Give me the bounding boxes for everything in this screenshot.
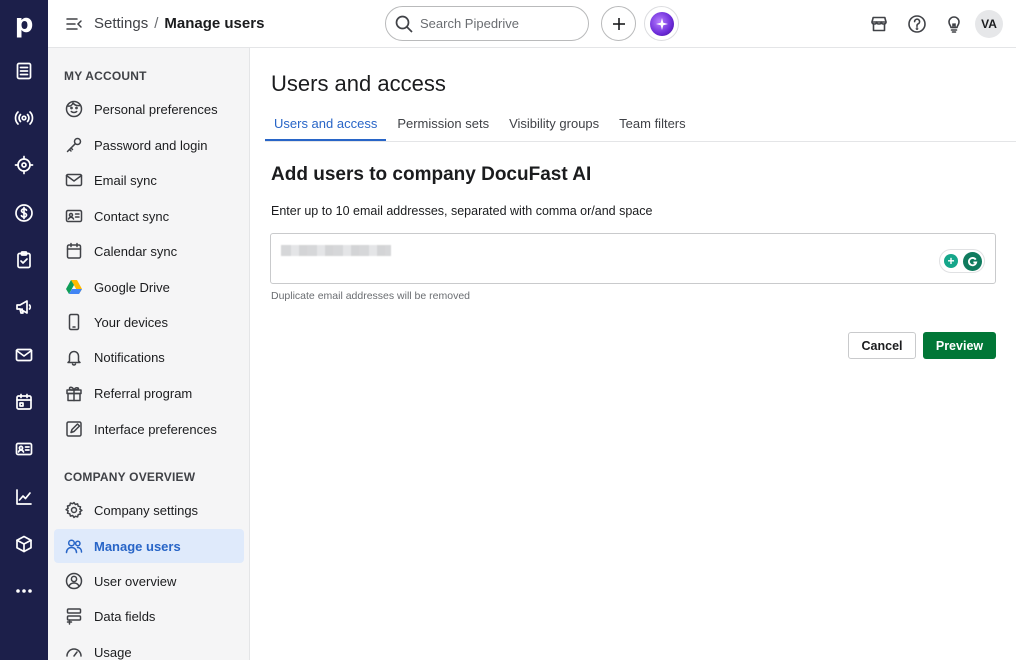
edit-square-icon [64,419,84,439]
user-circle-icon [64,571,84,591]
sidebar-item-usage[interactable]: Usage [54,635,244,660]
calendar-icon[interactable] [12,390,36,414]
user-avatar[interactable]: VA [975,10,1003,38]
collapse-sidebar-icon[interactable] [64,14,84,34]
tab-bar: Users and access Permission sets Visibil… [265,108,697,141]
sidebar-item-referral-program[interactable]: Referral program [54,376,244,410]
sidebar-item-calendar-sync[interactable]: Calendar sync [54,234,244,268]
google-drive-icon [64,277,84,297]
sidebar-item-notifications[interactable]: Notifications [54,340,244,374]
sidebar-item-label: Interface preferences [94,421,217,437]
sidebar-item-manage-users[interactable]: Manage users [54,529,244,563]
sidebar-item-interface-preferences[interactable]: Interface preferences [54,412,244,446]
pipedrive-logo[interactable]: p [0,0,48,48]
preview-button[interactable]: Preview [923,332,996,359]
page-title: Users and access [271,71,446,96]
sidebar-item-label: User overview [94,573,177,589]
cancel-button[interactable]: Cancel [848,332,916,359]
assistant-logo-icon [963,251,982,271]
app-rail: p [0,0,48,660]
tips-lightbulb-icon[interactable] [942,12,966,36]
my-account-section-title: MY ACCOUNT [64,69,147,83]
top-bar: Settings / Manage users VA [48,0,1016,48]
sidebar-item-label: Manage users [94,538,181,554]
key-icon [64,135,84,155]
tab-permission-sets[interactable]: Permission sets [388,108,498,141]
gift-icon [64,383,84,403]
bell-icon [64,347,84,367]
deals-icon[interactable] [12,59,36,83]
sidebar-item-label: Google Drive [94,279,170,295]
redacted-email-text [281,245,391,256]
marketplace-icon[interactable] [867,12,891,36]
email-instructions: Enter up to 10 email addresses, separate… [271,204,653,218]
contacts-icon[interactable] [12,437,36,461]
ai-assistant-button[interactable] [644,6,679,41]
writing-assistant-widget[interactable]: + [939,249,985,273]
face-icon [64,99,84,119]
sidebar-item-label: Password and login [94,137,208,153]
leads-icon[interactable] [12,106,36,130]
tab-visibility-groups[interactable]: Visibility groups [500,108,608,141]
quick-add-button[interactable] [601,6,636,41]
envelope-icon [64,170,84,190]
calendar-icon [64,241,84,261]
main-content: Users and access Users and access Permis… [251,48,1016,660]
sidebar-item-your-devices[interactable]: Your devices [54,305,244,339]
phone-icon [64,312,84,332]
company-overview-section-title: COMPANY OVERVIEW [64,470,196,484]
search-input[interactable] [420,16,570,31]
gauge-icon [64,642,84,660]
sidebar-item-label: Email sync [94,172,157,188]
tab-users-and-access[interactable]: Users and access [265,108,387,141]
breadcrumb-separator: / [154,15,159,32]
sidebar-item-company-settings[interactable]: Company settings [54,493,244,527]
plus-icon [612,17,625,30]
data-fields-icon [64,606,84,626]
sidebar-item-label: Company settings [94,502,199,518]
sidebar-item-label: Contact sync [94,208,170,224]
sidebar-item-password-and-login[interactable]: Password and login [54,128,244,162]
mail-icon[interactable] [12,343,36,367]
assistant-plus-icon: + [944,254,958,268]
sidebar-item-email-sync[interactable]: Email sync [54,163,244,197]
campaigns-icon[interactable] [12,295,36,319]
sidebar-item-user-overview[interactable]: User overview [54,564,244,598]
email-addresses-input[interactable]: + [270,233,996,284]
insights-icon[interactable] [12,485,36,509]
settings-sidebar: MY ACCOUNT Personal preferences Password… [48,48,250,660]
revenue-icon[interactable] [12,201,36,225]
help-icon[interactable] [905,12,929,36]
sidebar-item-personal-preferences[interactable]: Personal preferences [54,92,244,126]
sidebar-item-label: Calendar sync [94,243,178,259]
id-card-icon [64,206,84,226]
users-icon [64,536,84,556]
sidebar-item-google-drive[interactable]: Google Drive [54,270,244,304]
sidebar-item-label: Referral program [94,385,193,401]
sidebar-item-label: Personal preferences [94,101,218,117]
breadcrumb: Settings / Manage users [94,15,264,32]
add-users-heading: Add users to company DocuFast AI [271,164,592,185]
search-icon [395,15,413,33]
breadcrumb-settings-link[interactable]: Settings [94,15,148,32]
products-icon[interactable] [12,532,36,556]
sparkle-icon [649,11,674,36]
sidebar-item-label: Your devices [94,314,168,330]
sidebar-item-label: Data fields [94,608,156,624]
logo-letter: p [14,9,34,39]
sidebar-item-label: Notifications [94,349,165,365]
sidebar-item-data-fields[interactable]: Data fields [54,599,244,633]
duplicate-hint: Duplicate email addresses will be remove… [271,290,471,302]
sidebar-item-contact-sync[interactable]: Contact sync [54,199,244,233]
tasks-icon[interactable] [12,248,36,272]
tab-team-filters[interactable]: Team filters [610,108,694,141]
projects-icon[interactable] [12,153,36,177]
tabs-divider [265,141,1016,142]
gear-icon [64,500,84,520]
search-box[interactable] [385,6,589,41]
sidebar-item-label: Usage [94,644,132,660]
breadcrumb-current: Manage users [164,15,265,32]
more-icon[interactable] [12,579,36,603]
